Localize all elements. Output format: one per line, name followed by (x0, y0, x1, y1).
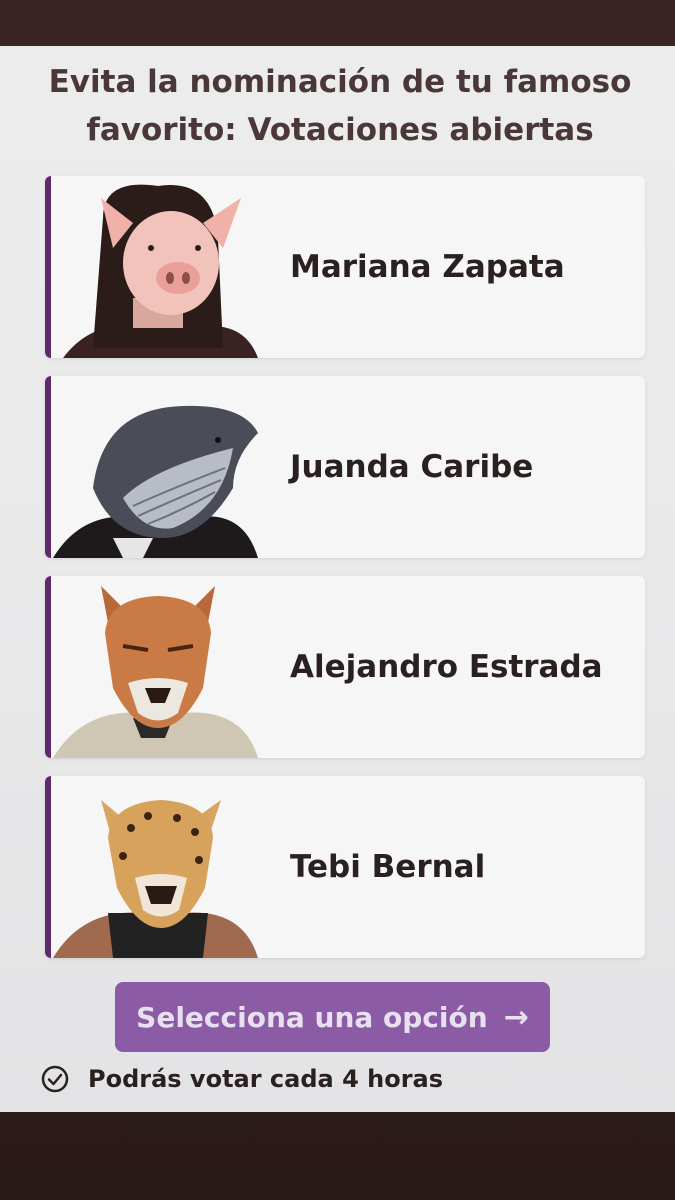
candidate-name: Tebi Bernal (290, 849, 486, 885)
candidate-name: Mariana Zapata (290, 249, 565, 285)
candidate-name: Alejandro Estrada (290, 649, 603, 685)
whale-head-portrait-icon (53, 405, 258, 558)
select-option-button[interactable]: Selecciona una opción → (115, 982, 550, 1052)
page-title: Evita la nominación de tu famoso favorit… (48, 64, 632, 148)
voting-frequency-note: Podrás votar cada 4 horas (40, 1064, 443, 1094)
jaguar-head-portrait-icon (53, 800, 258, 958)
candidate-option-4[interactable]: Tebi Bernal (45, 776, 645, 958)
select-option-label: Selecciona una opción (136, 1000, 488, 1034)
fox-head-portrait-icon (53, 586, 258, 758)
candidate-name: Juanda Caribe (290, 449, 534, 485)
arrow-right-icon: → (503, 999, 529, 1035)
check-circle-icon (41, 1065, 69, 1093)
candidate-option-1[interactable]: Mariana Zapata (45, 176, 645, 358)
phone-screen: Evita la nominación de tu famoso favorit… (0, 46, 675, 1112)
candidate-option-3[interactable]: Alejandro Estrada (45, 576, 645, 758)
voting-frequency-text: Podrás votar cada 4 horas (88, 1065, 444, 1093)
candidate-option-2[interactable]: Juanda Caribe (45, 376, 645, 558)
pig-head-portrait-icon (63, 184, 258, 358)
